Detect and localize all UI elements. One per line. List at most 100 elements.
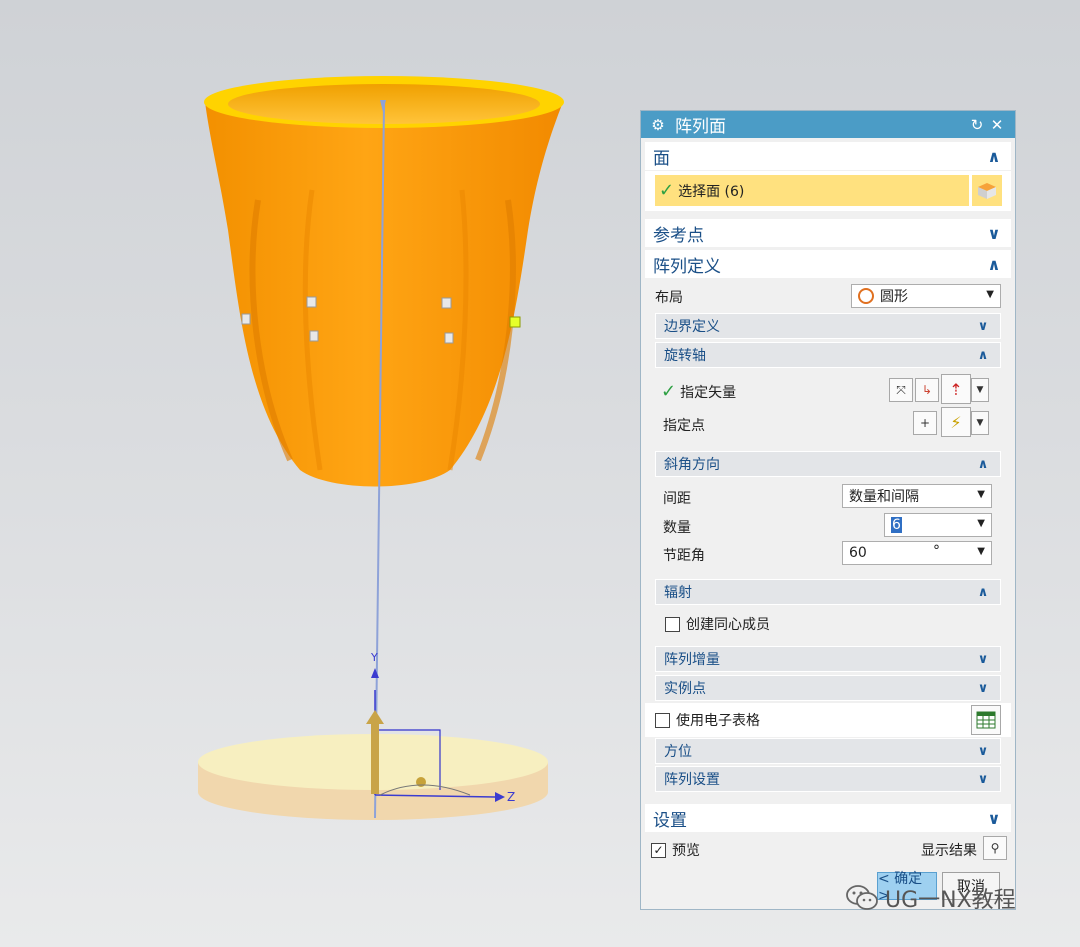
subsection-pattern-settings[interactable]: 阵列设置 ∨: [655, 766, 1001, 792]
check-icon: ✓: [661, 381, 677, 402]
preview-row[interactable]: ✓ 预览: [651, 840, 700, 860]
chevron-down-icon[interactable]: ∨: [974, 744, 992, 759]
close-icon[interactable]: ✕: [987, 116, 1007, 134]
chevron-up-icon[interactable]: ∧: [974, 585, 992, 600]
pattern-face-dialog: ⚙ 阵列面 ↻ ✕ 面 ∧ ✓ 选择面 (6) 参考点 ∨ 阵列定义 ∧ 布局 …: [640, 110, 1016, 910]
chevron-up-icon[interactable]: ∧: [985, 147, 1003, 166]
layout-label: 布局: [655, 290, 683, 306]
axis-label-y: Y: [370, 651, 378, 664]
pitch-angle-value: 60: [849, 545, 867, 561]
preview-label: 预览: [672, 843, 700, 859]
chevron-down-icon[interactable]: ∨: [974, 319, 992, 334]
count-label: 数量: [663, 520, 691, 536]
spreadsheet-button[interactable]: [971, 705, 1001, 735]
section-face-label: 面: [653, 148, 670, 169]
dropdown-arrow-icon: ▼: [976, 418, 984, 428]
dropdown-arrow-icon: ▼: [986, 289, 994, 300]
show-result-button[interactable]: ⚲: [983, 836, 1007, 860]
point-dialog-button[interactable]: +: [913, 411, 937, 435]
vector-dialog-button[interactable]: ↳: [915, 378, 939, 402]
chevron-down-icon[interactable]: ∨: [985, 809, 1003, 828]
subsection-angle-direction[interactable]: 斜角方向 ∧: [655, 451, 1001, 477]
specify-vector-row: ✓ 指定矢量: [661, 381, 736, 402]
reset-icon[interactable]: ↻: [967, 116, 987, 134]
layout-select[interactable]: 圆形 ▼: [851, 284, 1001, 308]
face-selector-button[interactable]: [971, 175, 1002, 206]
concentric-label: 创建同心成员: [686, 617, 770, 633]
pitch-angle-input[interactable]: 60 ° ▼: [842, 541, 992, 565]
chevron-down-icon[interactable]: ∨: [985, 224, 1003, 243]
count-input[interactable]: 6 ▼: [884, 513, 992, 537]
spacing-value: 数量和间隔: [849, 489, 919, 505]
dialog-title: 阵列面: [675, 117, 726, 137]
vector-axis-icon: ⇡: [949, 379, 963, 399]
concentric-checkbox[interactable]: [665, 616, 680, 632]
specify-vector-label: 指定矢量: [680, 384, 737, 401]
point-options-dropdown[interactable]: ▼: [971, 411, 989, 435]
preview-checkbox[interactable]: ✓: [651, 842, 666, 858]
circle-layout-icon: [858, 288, 874, 304]
reverse-direction-button[interactable]: ⤧: [889, 378, 913, 402]
chevron-down-icon[interactable]: ∨: [974, 652, 992, 667]
inferred-vector-button[interactable]: ⇡: [941, 374, 971, 404]
chevron-up-icon[interactable]: ∧: [985, 255, 1003, 274]
subsection-rotation-axis[interactable]: 旋转轴 ∧: [655, 342, 1001, 368]
pitch-angle-label: 节距角: [663, 548, 705, 564]
dropdown-arrow-icon: ▼: [977, 489, 985, 500]
instance-point-label: 实例点: [664, 681, 706, 697]
select-face-label: 选择面 (6): [678, 183, 745, 200]
spreadsheet-checkbox[interactable]: [655, 712, 670, 728]
specify-point-label: 指定点: [663, 418, 705, 434]
section-ref-point[interactable]: 参考点 ∨: [645, 219, 1011, 247]
concentric-row[interactable]: 创建同心成员: [665, 614, 770, 634]
chevron-down-icon[interactable]: ∨: [974, 681, 992, 696]
subsection-boundary[interactable]: 边界定义 ∨: [655, 313, 1001, 339]
reverse-direction-icon: ⤧: [896, 382, 906, 397]
lightning-point-icon: ⚡: [950, 412, 962, 432]
chevron-down-icon[interactable]: ∨: [974, 772, 992, 787]
layout-value: 圆形: [880, 289, 908, 305]
ref-point-label: 参考点: [653, 225, 704, 246]
pitch-angle-unit: °: [933, 543, 940, 559]
chevron-up-icon[interactable]: ∧: [974, 348, 992, 363]
dropdown-arrow-icon: ▼: [976, 385, 984, 395]
dropdown-arrow-icon: ▼: [977, 518, 985, 529]
boundary-label: 边界定义: [664, 319, 720, 335]
dropdown-arrow-icon: ▼: [977, 546, 985, 557]
angle-direction-label: 斜角方向: [664, 457, 720, 473]
watermark: UG一NX教程: [845, 882, 1016, 914]
subsection-orientation[interactable]: 方位 ∨: [655, 738, 1001, 764]
magnifier-icon: ⚲: [990, 841, 1000, 855]
subsection-radiate[interactable]: 辐射 ∧: [655, 579, 1001, 605]
section-settings[interactable]: 设置 ∨: [645, 804, 1011, 832]
spacing-label: 间距: [663, 491, 691, 507]
section-array-def[interactable]: 阵列定义 ∧: [645, 250, 1011, 278]
spreadsheet-row[interactable]: 使用电子表格: [655, 710, 760, 730]
count-value: 6: [891, 517, 902, 533]
inferred-point-button[interactable]: ⚡: [941, 407, 971, 437]
check-icon: ✓: [659, 180, 675, 201]
subsection-increment[interactable]: 阵列增量 ∨: [655, 646, 1001, 672]
vector-options-dropdown[interactable]: ▼: [971, 378, 989, 402]
array-def-label: 阵列定义: [653, 256, 721, 277]
pattern-settings-label: 阵列设置: [664, 772, 720, 788]
show-result-label: 显示结果: [921, 843, 977, 859]
axis-label-z: Z: [507, 790, 515, 804]
subsection-instance-point[interactable]: 实例点 ∨: [655, 675, 1001, 701]
spreadsheet-label: 使用电子表格: [676, 713, 760, 729]
section-face[interactable]: 面 ∧: [645, 142, 1011, 170]
vector-dialog-icon: ↳: [921, 383, 933, 397]
watermark-text: UG一NX教程: [885, 888, 1016, 913]
spacing-select[interactable]: 数量和间隔 ▼: [842, 484, 992, 508]
wechat-icon: [846, 885, 878, 910]
rotation-axis-label: 旋转轴: [664, 348, 706, 364]
gear-icon: ⚙: [651, 115, 665, 134]
settings-label: 设置: [653, 810, 687, 831]
increment-label: 阵列增量: [664, 652, 720, 668]
orientation-label: 方位: [664, 744, 692, 760]
cube-face-icon: [978, 182, 996, 199]
spreadsheet-icon: [976, 711, 996, 729]
chevron-up-icon[interactable]: ∧: [974, 457, 992, 472]
select-face-row[interactable]: ✓ 选择面 (6): [655, 175, 969, 206]
point-dialog-icon: +: [919, 416, 931, 430]
